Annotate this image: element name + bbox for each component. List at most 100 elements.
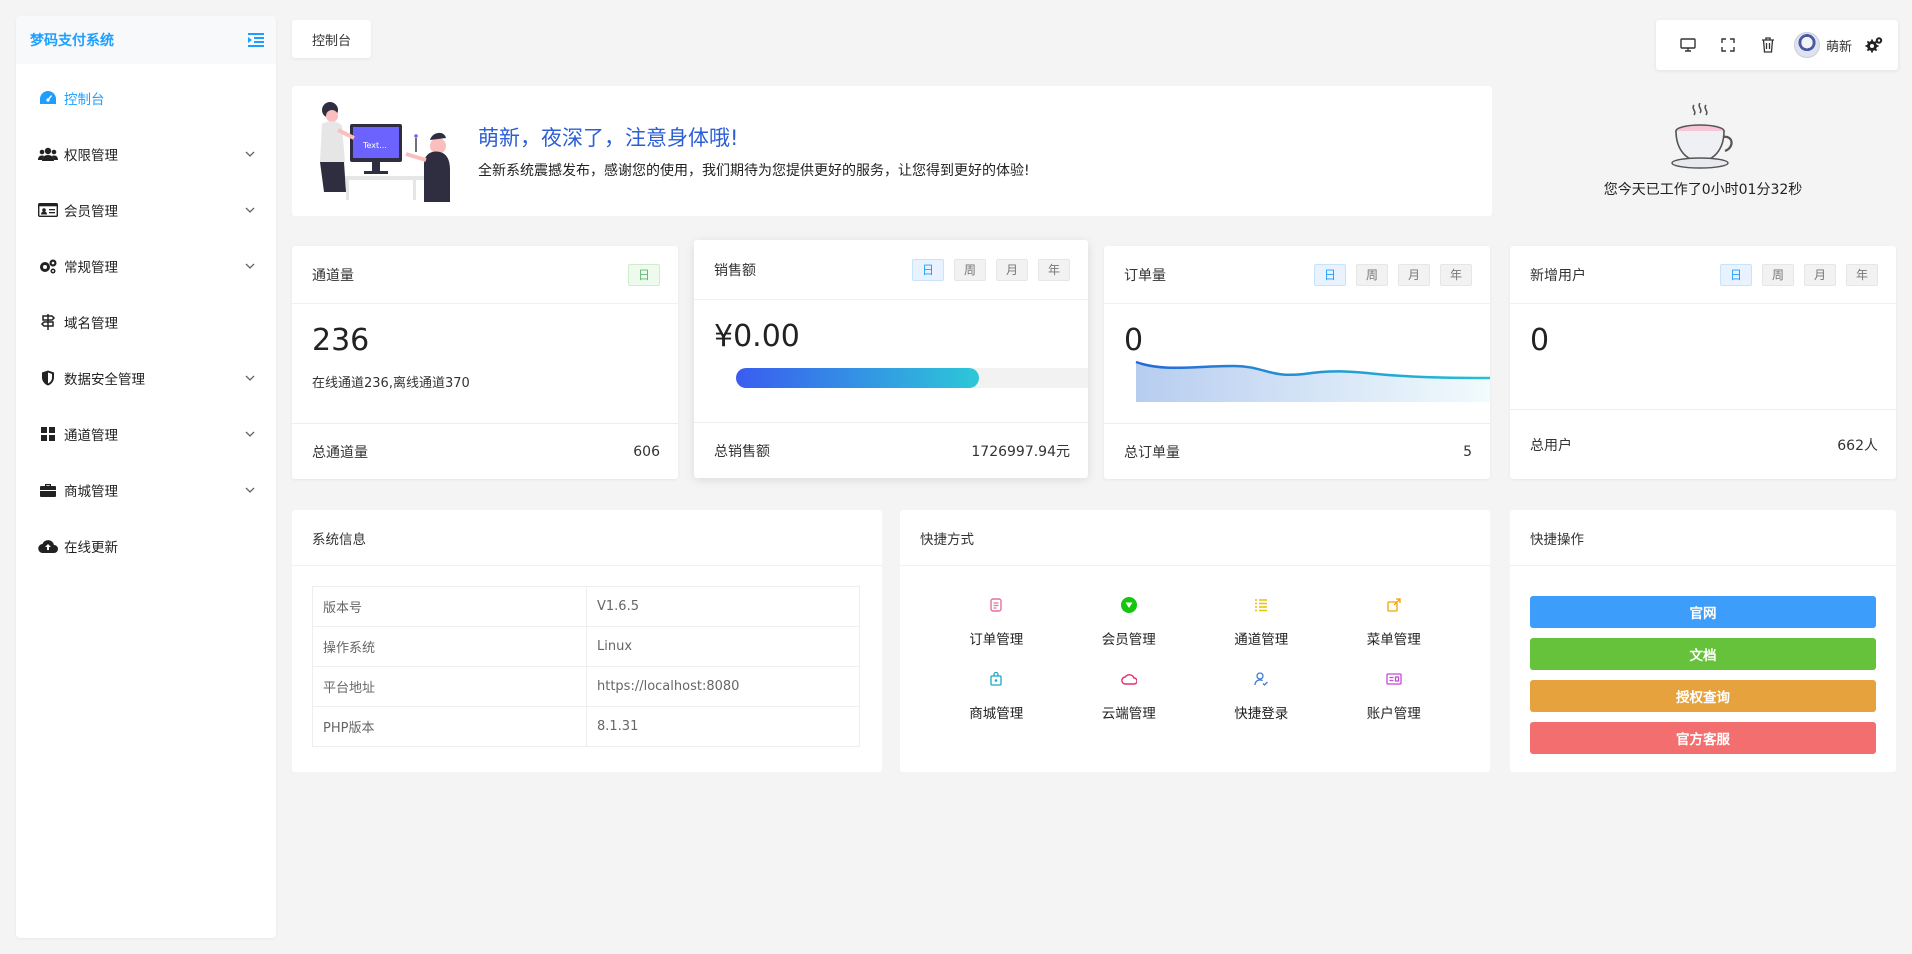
sidebar-menu: 控制台 权限管理 会员管理 常规管理 域名管理 数据安全管理 通道管理 商城管理… xyxy=(16,64,276,574)
sales-card: 销售额 日 周 月 年 ¥0.00 总销售额 1726997.94元 xyxy=(694,240,1088,478)
order-icon xyxy=(987,596,1005,614)
sidebar-item-label: 控制台 xyxy=(64,92,105,108)
table-row: PHP版本 8.1.31 xyxy=(312,706,860,747)
sidebar-item-general[interactable]: 常规管理 xyxy=(16,238,276,294)
trash-icon[interactable] xyxy=(1748,27,1788,63)
user-name: 萌新 xyxy=(1826,39,1853,55)
menu-icon xyxy=(1385,596,1403,614)
sidebar-item-dashboard[interactable]: 控制台 xyxy=(16,70,276,126)
briefcase-icon xyxy=(38,482,58,498)
shortcut-quick-login[interactable]: 快捷登录 xyxy=(1195,670,1328,722)
chevron-down-icon xyxy=(244,260,256,272)
period-month-pill[interactable]: 月 xyxy=(1398,263,1430,286)
shortcuts-panel: 快捷方式 订单管理 会员管理 通道管理 菜单管理 商城管理 云端管理 快捷登录 xyxy=(900,510,1490,772)
login-user-icon xyxy=(1252,670,1270,688)
users-icon xyxy=(38,146,58,162)
support-button[interactable]: 官方客服 xyxy=(1530,722,1876,754)
id-card-icon xyxy=(38,202,58,218)
channels-value: 236 xyxy=(312,323,370,358)
period-year-pill[interactable]: 年 xyxy=(1038,258,1070,281)
chevron-down-icon xyxy=(244,484,256,496)
shortcut-shop[interactable]: 商城管理 xyxy=(930,670,1063,722)
sidebar-item-members[interactable]: 会员管理 xyxy=(16,182,276,238)
panel-title: 快捷方式 xyxy=(900,510,1490,566)
orders-value: 0 xyxy=(1124,323,1144,358)
foot-label: 总订单量 xyxy=(1124,444,1180,461)
tab-dashboard[interactable]: 控制台 xyxy=(292,20,372,58)
shortcut-accounts[interactable]: 账户管理 xyxy=(1328,670,1461,722)
shortcut-members[interactable]: 会员管理 xyxy=(1063,596,1196,648)
sidebar-item-channels[interactable]: 通道管理 xyxy=(16,406,276,462)
period-year-pill[interactable]: 年 xyxy=(1440,263,1472,286)
sales-progress-track xyxy=(736,368,1088,388)
table-row: 操作系统 Linux xyxy=(312,626,860,667)
sidebar-item-data-security[interactable]: 数据安全管理 xyxy=(16,350,276,406)
quick-actions-panel: 快捷操作 官网 文档 授权查询 官方客服 xyxy=(1510,510,1896,772)
foot-label: 总销售额 xyxy=(714,443,770,460)
foot-value: 662人 xyxy=(1837,437,1878,454)
sidebar-item-label: 域名管理 xyxy=(64,316,118,332)
period-week-pill[interactable]: 周 xyxy=(1762,263,1794,286)
period-month-pill[interactable]: 月 xyxy=(1804,263,1836,286)
period-day-pill[interactable]: 日 xyxy=(1314,263,1346,286)
shortcut-orders[interactable]: 订单管理 xyxy=(930,596,1063,648)
sidebar-item-online-update[interactable]: 在线更新 xyxy=(16,518,276,574)
welcome-panel: Text... 萌新，夜深了，注意身体哦! 全新系统震撼发布，感谢您的使用，我们… xyxy=(292,86,1492,216)
brand-bar: 梦码支付系统 xyxy=(16,16,276,64)
avatar xyxy=(1794,32,1820,58)
table-row: 平台地址 https://localhost:8080 xyxy=(312,666,860,707)
shortcut-channels[interactable]: 通道管理 xyxy=(1195,596,1328,648)
period-day-pill[interactable]: 日 xyxy=(912,258,944,281)
foot-label: 总用户 xyxy=(1530,437,1572,454)
top-toolbar: 萌新 xyxy=(1656,20,1898,70)
panel-title: 系统信息 xyxy=(292,510,882,566)
sidebar-item-permissions[interactable]: 权限管理 xyxy=(16,126,276,182)
foot-value: 5 xyxy=(1463,443,1472,460)
period-week-pill[interactable]: 周 xyxy=(1356,263,1388,286)
sidebar-item-domains[interactable]: 域名管理 xyxy=(16,294,276,350)
card-title: 新增用户 xyxy=(1530,267,1586,284)
new-users-card: 新增用户 日 周 月 年 0 总用户 662人 xyxy=(1510,246,1896,479)
period-week-pill[interactable]: 周 xyxy=(954,258,986,281)
worktime-text: 您今天已工作了0小时01分32秒 xyxy=(1603,182,1803,198)
sales-value: ¥0.00 xyxy=(714,319,800,354)
sidebar: 梦码支付系统 控制台 权限管理 会员管理 常规管理 域名管理 数据安全管理 通道… xyxy=(16,16,276,938)
website-button[interactable]: 官网 xyxy=(1530,596,1876,628)
sidebar-item-shop[interactable]: 商城管理 xyxy=(16,462,276,518)
sidebar-item-label: 通道管理 xyxy=(64,428,118,444)
shortcut-cloud[interactable]: 云端管理 xyxy=(1063,670,1196,722)
shop-icon xyxy=(987,670,1005,688)
monitor-icon[interactable] xyxy=(1668,27,1708,63)
dashboard-icon xyxy=(38,90,58,106)
card-title: 通道量 xyxy=(312,267,354,284)
sales-progress-fill xyxy=(736,368,979,388)
settings-gear-icon[interactable] xyxy=(1860,27,1888,63)
sidebar-item-label: 权限管理 xyxy=(64,148,118,164)
brand-title: 梦码支付系统 xyxy=(30,33,114,49)
channels-detail: 在线通道236,离线通道370 xyxy=(312,376,470,391)
grid-icon xyxy=(38,426,58,442)
user-menu[interactable]: 萌新 xyxy=(1794,32,1852,58)
system-info-table: 版本号 V1.6.5 操作系统 Linux 平台地址 https://localhos… xyxy=(312,586,860,747)
license-check-button[interactable]: 授权查询 xyxy=(1530,680,1876,712)
foot-label: 总通道量 xyxy=(312,444,368,461)
period-year-pill[interactable]: 年 xyxy=(1846,263,1878,286)
period-month-pill[interactable]: 月 xyxy=(996,258,1028,281)
sidebar-item-label: 商城管理 xyxy=(64,484,118,500)
welcome-subtitle: 全新系统震撼发布，感谢您的使用，我们期待为您提供更好的服务，让您得到更好的体验! xyxy=(478,163,1030,179)
worktime-panel: 您今天已工作了0小时01分32秒 xyxy=(1510,86,1896,216)
channel-list-icon xyxy=(1252,596,1270,614)
gears-icon xyxy=(38,258,58,274)
period-day-pill[interactable]: 日 xyxy=(1720,263,1752,286)
docs-button[interactable]: 文档 xyxy=(1530,638,1876,670)
sidebar-collapse-icon[interactable] xyxy=(246,31,266,49)
card-title: 订单量 xyxy=(1124,267,1166,284)
chevron-down-icon xyxy=(244,372,256,384)
member-icon xyxy=(1120,596,1138,614)
shortcut-menus[interactable]: 菜单管理 xyxy=(1328,596,1461,648)
welcome-title: 萌新，夜深了，注意身体哦! xyxy=(478,126,739,150)
sidebar-item-label: 数据安全管理 xyxy=(64,372,145,388)
fullscreen-icon[interactable] xyxy=(1708,27,1748,63)
period-day-pill[interactable]: 日 xyxy=(628,263,660,286)
orders-sparkline xyxy=(1135,360,1490,402)
